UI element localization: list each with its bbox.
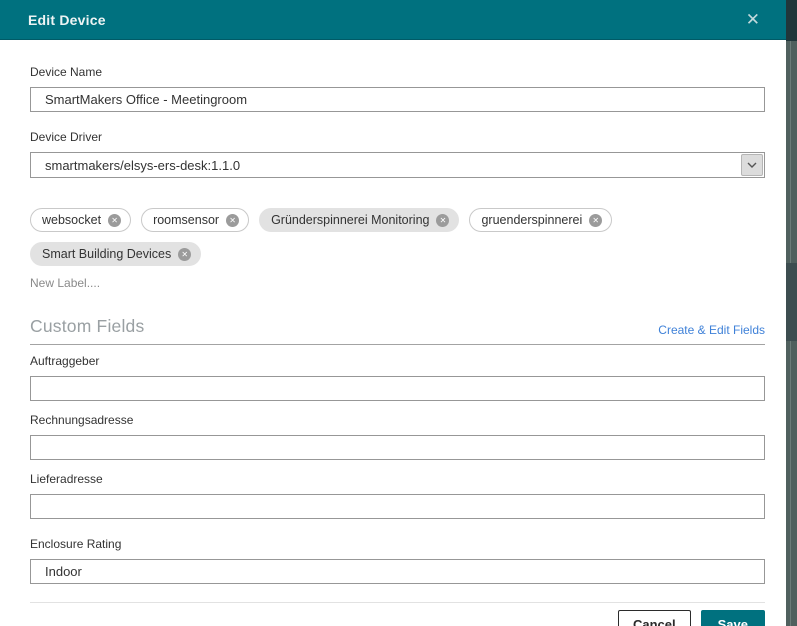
device-driver-group: Device Driver smartmakers/elsys-ers-desk…	[30, 130, 765, 178]
label-tag[interactable]: gruenderspinnerei ✕	[469, 208, 612, 232]
modal-header: Edit Device ✕	[0, 0, 786, 40]
create-edit-fields-link[interactable]: Create & Edit Fields	[658, 323, 765, 337]
edit-device-modal: Edit Device ✕ Device Name Device Driver …	[0, 0, 786, 626]
device-driver-value: smartmakers/elsys-ers-desk:1.1.0	[31, 153, 740, 177]
custom-field-label: Enclosure Rating	[30, 537, 765, 551]
tag-remove-icon[interactable]: ✕	[178, 248, 191, 261]
save-button[interactable]: Save	[701, 610, 765, 626]
enclosure-rating-input[interactable]	[30, 559, 765, 584]
rechnungsadresse-input[interactable]	[30, 435, 765, 460]
scrollbar-thumb[interactable]	[786, 263, 797, 341]
page-scrollbar[interactable]	[786, 0, 797, 626]
label-tag[interactable]: Gründerspinnerei Monitoring ✕	[259, 208, 459, 232]
auftraggeber-input[interactable]	[30, 376, 765, 401]
tag-remove-icon[interactable]: ✕	[226, 214, 239, 227]
tag-remove-icon[interactable]: ✕	[108, 214, 121, 227]
new-label-input[interactable]	[30, 276, 230, 290]
custom-field-label: Rechnungsadresse	[30, 413, 765, 427]
label-tag[interactable]: roomsensor ✕	[141, 208, 249, 232]
tag-text: gruenderspinnerei	[481, 213, 582, 227]
device-name-group: Device Name	[30, 65, 765, 112]
tag-text: Gründerspinnerei Monitoring	[271, 213, 429, 227]
custom-fields-heading: Custom Fields	[30, 316, 144, 337]
tag-remove-icon[interactable]: ✕	[436, 214, 449, 227]
lieferadresse-input[interactable]	[30, 494, 765, 519]
cancel-button[interactable]: Cancel	[618, 610, 691, 626]
device-driver-dropdown-button[interactable]	[741, 154, 763, 176]
label-tag[interactable]: websocket ✕	[30, 208, 131, 232]
custom-field-label: Lieferadresse	[30, 472, 765, 486]
custom-field-group: Rechnungsadresse	[30, 413, 765, 460]
label-tag[interactable]: Smart Building Devices ✕	[30, 242, 201, 266]
footer-divider	[30, 602, 765, 603]
custom-field-label: Auftraggeber	[30, 354, 765, 368]
device-labels-row: websocket ✕ roomsensor ✕ Gründerspinnere…	[30, 208, 765, 266]
custom-field-group: Auftraggeber	[30, 354, 765, 401]
device-name-input[interactable]	[30, 87, 765, 112]
device-name-label: Device Name	[30, 65, 765, 79]
tag-text: roomsensor	[153, 213, 219, 227]
device-driver-label: Device Driver	[30, 130, 765, 144]
footer-actions: Cancel Save	[30, 610, 765, 626]
device-driver-select[interactable]: smartmakers/elsys-ers-desk:1.1.0	[30, 152, 765, 178]
custom-field-group: Enclosure Rating	[30, 537, 765, 584]
custom-fields-divider	[30, 344, 765, 345]
chevron-down-icon	[747, 162, 757, 168]
close-icon[interactable]: ✕	[746, 11, 760, 28]
modal-title: Edit Device	[28, 12, 106, 28]
tag-text: Smart Building Devices	[42, 247, 171, 261]
custom-fields-header: Custom Fields Create & Edit Fields	[30, 316, 765, 337]
modal-body: Device Name Device Driver smartmakers/el…	[0, 40, 786, 626]
tag-text: websocket	[42, 213, 101, 227]
custom-field-group: Lieferadresse	[30, 472, 765, 519]
scrollbar-track-top	[786, 0, 797, 41]
tag-remove-icon[interactable]: ✕	[589, 214, 602, 227]
